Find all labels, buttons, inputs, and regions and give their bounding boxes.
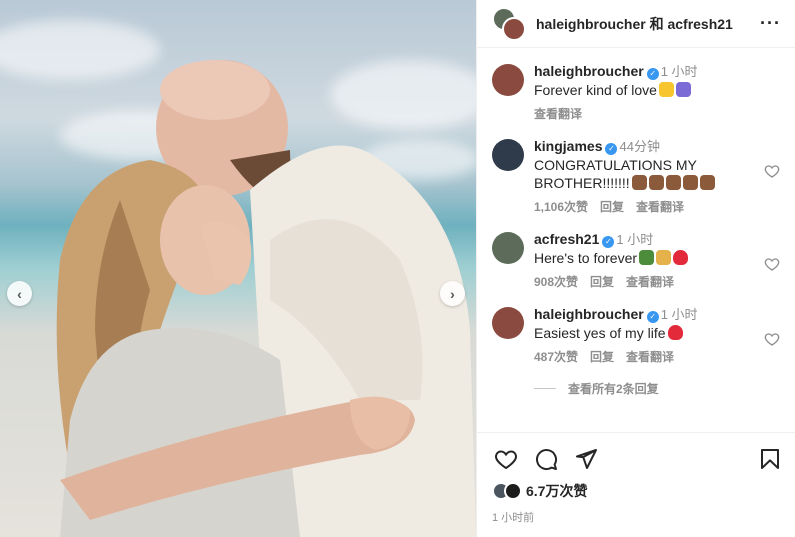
raised-hands-icon <box>682 175 698 190</box>
bookmark-icon <box>761 449 779 469</box>
red-heart-icon <box>673 250 689 265</box>
reply-button[interactable]: 回复 <box>600 200 624 214</box>
comment-item: acfresh21 ✓ 1 小时 Here's to forever 908次赞 回复 查看… <box>492 230 780 291</box>
infinity-icon <box>675 82 691 97</box>
prev-photo-button[interactable]: ‹ <box>7 281 32 306</box>
post-authors[interactable]: haleighbroucher 和 acfresh21 <box>536 14 760 34</box>
comment-username[interactable]: acfresh21 <box>534 231 599 247</box>
comment-item: haleighbroucher ✓ 1 小时 Easiest yes of my li… <box>492 305 780 366</box>
comment-likes[interactable]: 1,106次赞 <box>534 200 588 214</box>
red-heart-icon <box>667 325 683 340</box>
couple-illustration <box>56 60 476 537</box>
comment-button[interactable] <box>532 445 560 473</box>
comment-meta: 查看翻译 <box>534 105 780 123</box>
avatar[interactable] <box>492 139 524 171</box>
raised-hands-icon <box>648 175 664 190</box>
comment-like-heart-icon[interactable] <box>764 163 780 179</box>
comment-like-heart-icon[interactable] <box>764 256 780 272</box>
reply-button[interactable]: 回复 <box>590 275 614 289</box>
comment-body: haleighbroucher ✓ 1 小时 Easiest yes of my li… <box>534 305 780 366</box>
view-replies-button[interactable]: 查看所有2条回复 <box>534 380 795 397</box>
likes-count: 6.7万次赞 <box>526 483 588 499</box>
next-photo-button[interactable]: › <box>440 281 465 306</box>
comment-text: Forever kind of love <box>534 82 657 98</box>
comment-meta: 487次赞 回复 查看翻译 <box>534 348 780 366</box>
divider <box>534 388 556 389</box>
clinking-glasses-icon <box>656 250 672 265</box>
share-button[interactable] <box>572 445 600 473</box>
heart-icon <box>495 450 517 470</box>
comment-like-heart-icon[interactable] <box>764 331 780 347</box>
post-timestamp: 1 小时前 <box>492 512 535 524</box>
likes-summary[interactable]: 6.7万次赞 <box>492 481 780 501</box>
comment-body: acfresh21 ✓ 1 小时 Here's to forever 908次赞 回复 查看… <box>534 230 780 291</box>
post-header: haleighbroucher 和 acfresh21 ··· <box>477 0 795 48</box>
see-translation-button[interactable]: 查看翻译 <box>626 350 674 364</box>
comment-time: 1 小时 <box>660 307 698 322</box>
comment-text: Easiest yes of my life <box>534 325 666 341</box>
comment-likes[interactable]: 487次赞 <box>534 350 578 364</box>
raised-hands-icon <box>631 175 647 190</box>
avatar[interactable] <box>492 232 524 264</box>
yellow-heart-icon <box>658 82 674 97</box>
verified-badge-icon: ✓ <box>646 68 659 80</box>
comment-username[interactable]: kingjames <box>534 138 602 154</box>
verified-badge-icon: ✓ <box>602 236 615 248</box>
comment-time: 1 小时 <box>660 64 698 79</box>
verified-badge-icon: ✓ <box>646 311 659 323</box>
collab-avatars[interactable] <box>492 6 526 41</box>
comment-body: kingjames ✓ 44分钟 CONGRATULATIONS MY BROTHER… <box>534 137 780 216</box>
comments-list: haleighbroucher ✓ 1 小时 Forever kind of love… <box>477 48 795 366</box>
send-icon <box>576 449 597 469</box>
comment-icon <box>536 449 558 471</box>
comment-time: 1 小时 <box>616 232 654 247</box>
see-translation-button[interactable]: 查看翻译 <box>534 107 582 121</box>
verified-badge-icon: ✓ <box>605 143 618 155</box>
comment-username[interactable]: haleighbroucher <box>534 63 644 79</box>
raised-hands-icon <box>699 175 715 190</box>
post-sidebar: haleighbroucher 和 acfresh21 ··· haleighb… <box>476 0 795 537</box>
avatar[interactable] <box>492 307 524 339</box>
see-translation-button[interactable]: 查看翻译 <box>626 275 674 289</box>
comment-time: 44分钟 <box>619 139 660 154</box>
comment-likes[interactable]: 908次赞 <box>534 275 578 289</box>
post-actions: 6.7万次赞 1 小时前 <box>477 432 795 525</box>
comment-meta: 908次赞 回复 查看翻译 <box>534 273 780 291</box>
save-button[interactable] <box>756 445 784 473</box>
post-photo[interactable]: ‹ › <box>0 0 476 537</box>
avatar[interactable] <box>492 64 524 96</box>
champagne-icon <box>639 250 655 265</box>
comment-body: haleighbroucher ✓ 1 小时 Forever kind of love… <box>534 62 780 123</box>
see-translation-button[interactable]: 查看翻译 <box>636 200 684 214</box>
more-horizontal-icon[interactable]: ··· <box>760 13 781 34</box>
view-replies-label: 查看所有2条回复 <box>568 382 659 396</box>
comment-item: haleighbroucher ✓ 1 小时 Forever kind of love… <box>492 62 780 123</box>
reply-button[interactable]: 回复 <box>590 350 614 364</box>
comment-item: kingjames ✓ 44分钟 CONGRATULATIONS MY BROTHER… <box>492 137 780 216</box>
like-button[interactable] <box>492 445 520 473</box>
avatar <box>502 16 526 41</box>
comment-username[interactable]: haleighbroucher <box>534 306 644 322</box>
comment-text: Here's to forever <box>534 250 638 266</box>
avatar <box>504 482 522 500</box>
raised-hands-icon <box>665 175 681 190</box>
comment-meta: 1,106次赞 回复 查看翻译 <box>534 198 780 216</box>
